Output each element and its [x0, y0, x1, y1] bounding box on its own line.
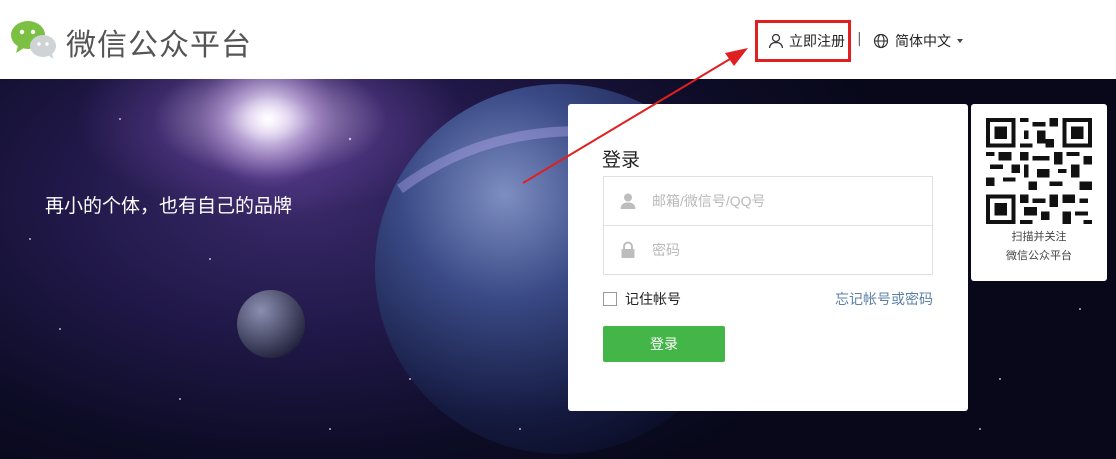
qr-caption-line1: 扫描并关注 [1011, 230, 1067, 243]
qr-card: 扫描并关注 微信公众平台 [971, 104, 1107, 281]
register-button[interactable]: 立即注册 [755, 20, 851, 62]
password-input[interactable] [652, 242, 912, 258]
login-title: 登录 [602, 149, 641, 171]
user-icon [604, 192, 652, 210]
chevron-down-icon [957, 39, 963, 43]
language-label: 简体中文 [895, 34, 951, 50]
qr-caption: 扫描并关注 微信公众平台 [971, 227, 1107, 265]
header-divider: | [857, 31, 862, 47]
qr-caption-line2: 微信公众平台 [1006, 249, 1072, 262]
remember-checkbox[interactable] [603, 292, 617, 306]
account-field [603, 176, 933, 226]
language-selector[interactable]: 简体中文 [873, 31, 963, 51]
brand-title: 微信公众平台 [66, 28, 252, 63]
globe-icon [873, 33, 889, 49]
lock-icon [604, 241, 652, 259]
login-button[interactable]: 登录 [603, 326, 725, 362]
remember-label: 记住帐号 [625, 292, 681, 308]
password-field [603, 225, 933, 275]
wechat-logo-icon [11, 21, 56, 59]
qr-code-icon [986, 118, 1092, 224]
banner-tagline: 再小的个体，也有自己的品牌 [45, 195, 293, 217]
user-icon [768, 33, 784, 49]
top-header: 微信公众平台 立即注册 | 简体中文 [0, 0, 1116, 79]
forgot-password-link[interactable]: 忘记帐号或密码 [835, 289, 933, 309]
register-label: 立即注册 [789, 34, 845, 50]
login-card: 登录 记住帐号 忘记帐号或密码 登录 [568, 104, 968, 411]
account-input[interactable] [652, 193, 912, 209]
remember-account[interactable]: 记住帐号 [603, 289, 681, 309]
